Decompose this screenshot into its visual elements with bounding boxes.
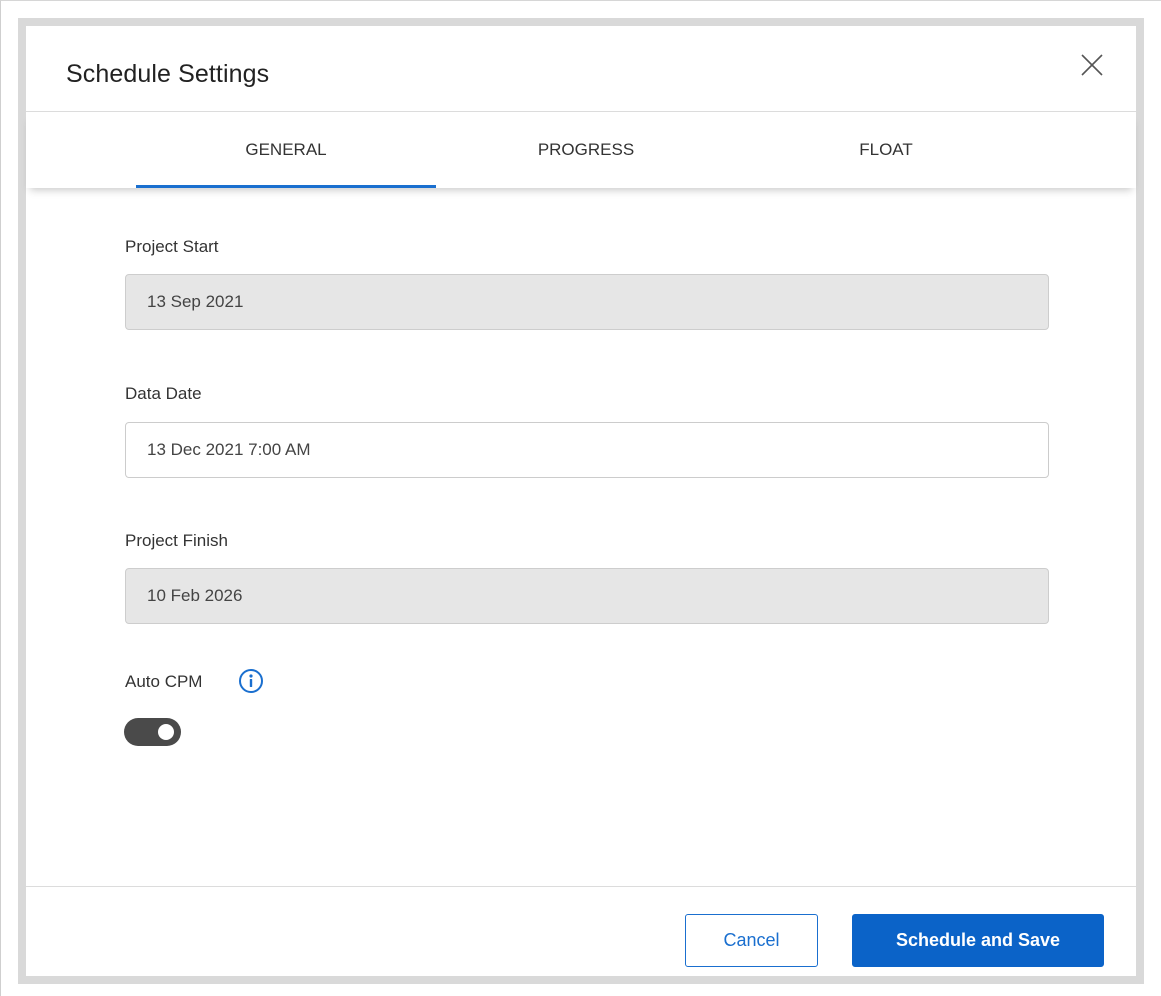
data-date-label: Data Date (125, 384, 202, 403)
tab-float[interactable]: FLOAT (736, 112, 1036, 188)
tab-bar: GENERAL PROGRESS FLOAT (26, 112, 1136, 188)
auto-cpm-toggle[interactable] (124, 718, 181, 746)
project-finish-label: Project Finish (125, 531, 228, 550)
dialog-footer: Cancel Schedule and Save (26, 886, 1136, 976)
schedule-and-save-button[interactable]: Schedule and Save (852, 914, 1104, 967)
data-date-field[interactable]: 13 Dec 2021 7:00 AM (125, 422, 1049, 478)
close-button[interactable] (1079, 52, 1105, 78)
schedule-settings-dialog: Schedule Settings GENERAL PROGRESS FLOAT… (18, 18, 1144, 984)
project-start-field: 13 Sep 2021 (125, 274, 1049, 330)
toggle-knob (158, 724, 174, 740)
close-icon (1081, 54, 1103, 76)
cancel-button[interactable]: Cancel (685, 914, 818, 967)
info-circle-icon[interactable] (238, 668, 264, 694)
tab-general[interactable]: GENERAL (136, 112, 436, 188)
project-finish-field: 10 Feb 2026 (125, 568, 1049, 624)
dialog-title: Schedule Settings (66, 60, 270, 88)
project-start-label: Project Start (125, 237, 219, 256)
auto-cpm-label: Auto CPM (125, 672, 203, 691)
dialog-header: Schedule Settings (26, 26, 1136, 112)
tab-progress[interactable]: PROGRESS (436, 112, 736, 188)
active-tab-indicator (136, 185, 436, 188)
